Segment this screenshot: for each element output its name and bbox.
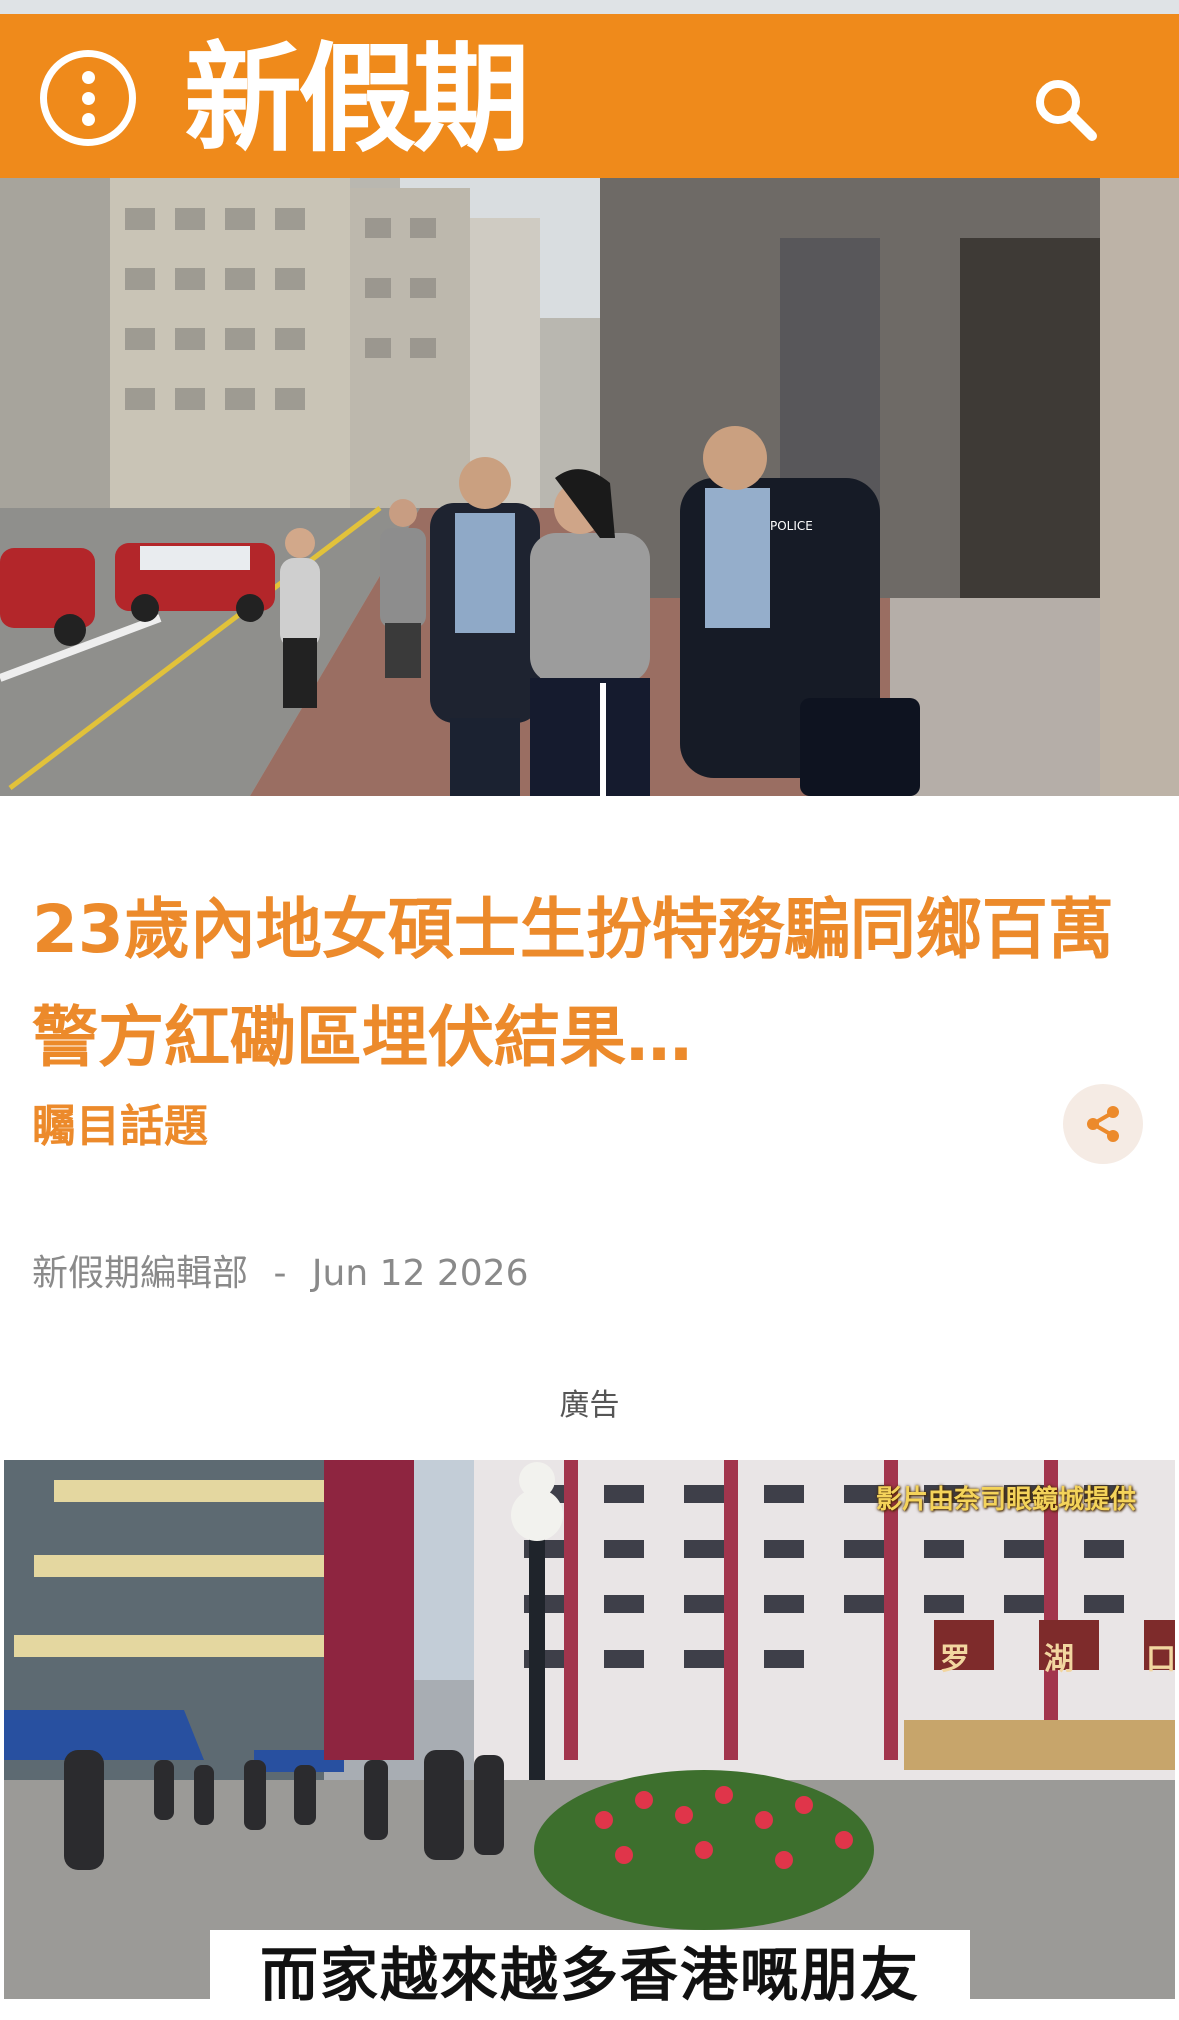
ad-sign-char-1: 罗 — [940, 1642, 970, 1677]
ad-video[interactable] — [4, 1460, 1175, 1999]
status-bar-strip — [0, 0, 1179, 14]
hero-image: POLICE — [0, 178, 1179, 796]
ad-label: 廣告 — [559, 1388, 620, 1423]
ad-sign-char-3: 口 — [1146, 1642, 1176, 1677]
byline-separator: - — [273, 1253, 287, 1294]
more-vertical-icon[interactable] — [40, 50, 136, 146]
article-byline: 新假期編輯部 - Jun 12 2026 — [32, 1244, 528, 1296]
article-category[interactable]: 矚目話題 — [32, 1090, 208, 1154]
article-title: 23歲內地女碩士生扮特務騙同鄉百萬 警方紅磡區埋伏結果… — [32, 891, 1114, 1077]
site-logo[interactable]: 新假期 — [184, 24, 530, 174]
search-icon[interactable] — [1030, 74, 1100, 144]
ad-sign-char-2: 湖 — [1044, 1642, 1074, 1677]
svg-text:POLICE: POLICE — [770, 519, 813, 533]
share-icon[interactable] — [1063, 1084, 1143, 1164]
article-author[interactable]: 新假期編輯部 — [32, 1253, 248, 1294]
app-header: 新假期 — [0, 14, 1179, 178]
ad-video-subtitle: 而家越來越多香港嘅朋友 — [210, 1930, 970, 2020]
ad-video-credit: 影片由奈司眼鏡城提供 — [876, 1485, 1137, 1515]
article-date: Jun 12 2026 — [311, 1253, 529, 1294]
